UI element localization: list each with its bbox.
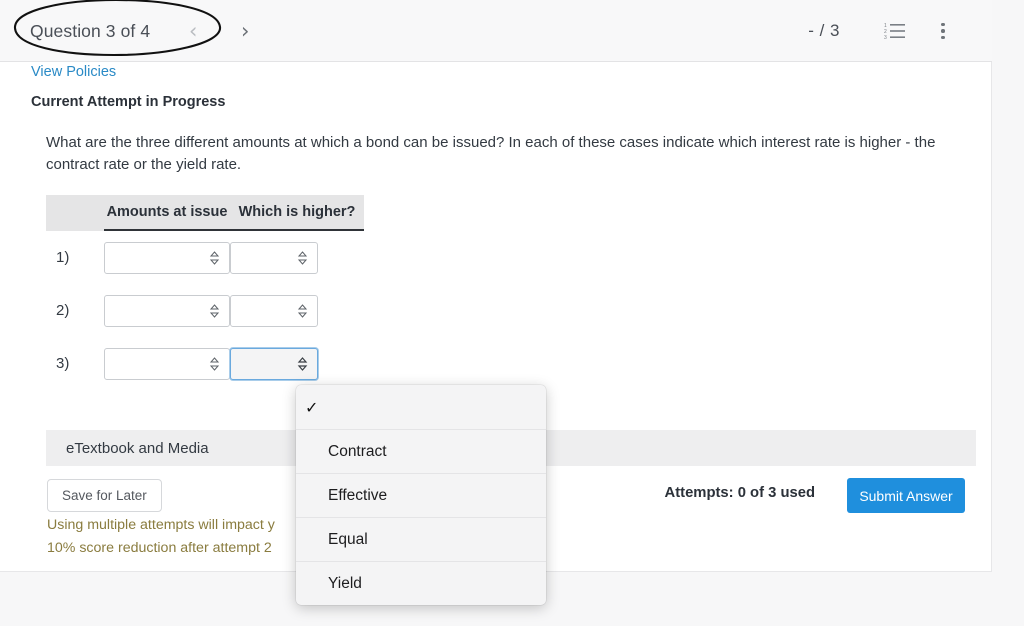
toolbar-right-group: - / 3 1 2 3 — [808, 0, 958, 62]
row-amount-cell — [104, 241, 230, 274]
table-row: 1) — [46, 231, 364, 284]
table-header-amounts: Amounts at issue — [104, 195, 230, 231]
previous-question-button[interactable]: ‹ — [176, 11, 210, 51]
attempt-status-label: Current Attempt in Progress — [31, 94, 226, 110]
dropdown-option-blank[interactable]: ✓ — [296, 385, 546, 429]
kebab-dots — [941, 22, 945, 40]
attempt-warning-line1: Using multiple attempts will impact y — [47, 517, 275, 533]
dropdown-option-yield[interactable]: Yield — [296, 561, 546, 605]
which-higher-dropdown-menu[interactable]: ✓ Contract Effective Equal Yield — [296, 385, 546, 605]
attempts-counter: Attempts: 0 of 3 used — [664, 485, 815, 501]
toolbar-left-group: Question 3 of 4 ‹ › — [30, 0, 262, 62]
select-chevron-icon — [209, 303, 220, 318]
dropdown-option-label: Yield — [328, 574, 362, 592]
check-icon: ✓ — [305, 397, 319, 417]
submit-answer-button[interactable]: Submit Answer — [847, 478, 965, 513]
question-prompt: What are the three different amounts at … — [46, 134, 936, 174]
row-higher-cell — [230, 347, 364, 380]
select-chevron-icon — [297, 356, 308, 371]
row-amount-cell — [104, 294, 230, 327]
question-counter: Question 3 of 4 — [30, 20, 151, 41]
score-display: - / 3 — [808, 21, 840, 40]
which-higher-select-row2[interactable] — [230, 294, 318, 327]
table-header-which-higher: Which is higher? — [230, 195, 364, 231]
row-number: 3) — [56, 355, 70, 372]
answer-table: Amounts at issue Which is higher? 1) 2) … — [46, 195, 364, 390]
dropdown-option-equal[interactable]: Equal — [296, 517, 546, 561]
row-number: 2) — [56, 302, 70, 319]
kebab-menu-icon[interactable] — [928, 16, 958, 46]
which-higher-select-row3[interactable] — [230, 347, 318, 380]
which-higher-select-row1[interactable] — [230, 241, 318, 274]
question-toolbar: Question 3 of 4 ‹ › - / 3 1 2 3 — [0, 0, 992, 62]
view-policies-link[interactable]: View Policies — [31, 64, 116, 80]
dropdown-option-effective[interactable]: Effective — [296, 473, 546, 517]
select-chevron-icon — [209, 356, 220, 371]
attempt-warning-line2: 10% score reduction after attempt 2 — [47, 540, 272, 556]
row-higher-cell — [230, 294, 364, 327]
select-chevron-icon — [297, 303, 308, 318]
row-number: 1) — [56, 249, 70, 266]
dropdown-option-label: Equal — [328, 530, 368, 548]
etextbook-label: eTextbook and Media — [66, 439, 209, 457]
next-question-button[interactable]: › — [228, 11, 262, 51]
dropdown-option-label: Contract — [328, 442, 387, 460]
table-header-row: Amounts at issue Which is higher? — [46, 195, 364, 231]
dropdown-option-label: Effective — [328, 486, 388, 504]
amount-select-row2[interactable] — [104, 294, 230, 327]
table-row: 3) — [46, 337, 364, 390]
save-for-later-button[interactable]: Save for Later — [47, 479, 162, 512]
amount-select-row1[interactable] — [104, 241, 230, 274]
row-higher-cell — [230, 241, 364, 274]
dropdown-option-contract[interactable]: Contract — [296, 429, 546, 473]
svg-text:3: 3 — [884, 35, 887, 41]
table-row: 2) — [46, 284, 364, 337]
select-chevron-icon — [297, 250, 308, 265]
row-amount-cell — [104, 347, 230, 380]
numbered-list-icon[interactable]: 1 2 3 — [880, 16, 910, 46]
quiz-page: Question 3 of 4 ‹ › - / 3 1 2 3 View Pol… — [0, 0, 1024, 626]
select-chevron-icon — [209, 250, 220, 265]
amount-select-row3[interactable] — [104, 347, 230, 380]
table-header-spacer — [46, 195, 104, 231]
